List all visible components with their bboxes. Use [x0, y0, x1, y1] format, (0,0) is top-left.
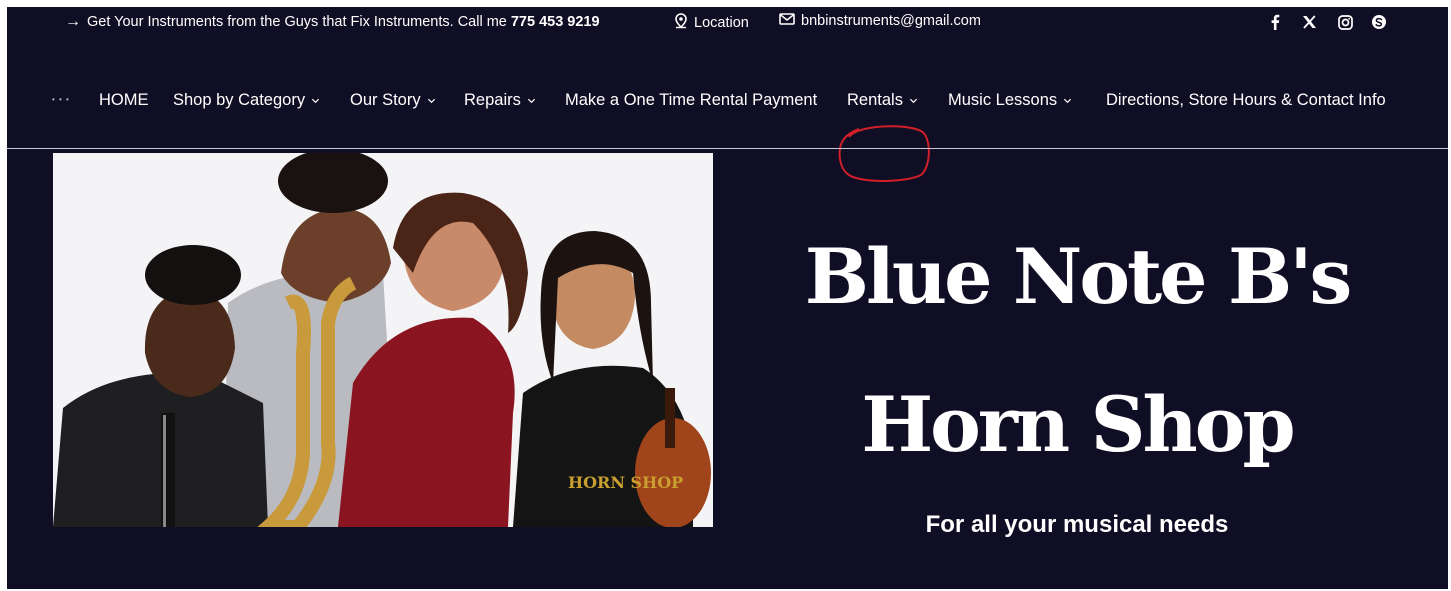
site-logo[interactable]: • • •: [52, 95, 70, 104]
nav-item-label: Shop by Category: [173, 91, 306, 109]
chevron-down-icon: [1064, 98, 1072, 104]
facebook-icon[interactable]: [1265, 12, 1285, 32]
skype-icon[interactable]: [1369, 12, 1389, 32]
instagram-icon[interactable]: [1335, 12, 1355, 32]
hero-title-line2: Horn Shop: [861, 380, 1295, 469]
nav-item-rentals[interactable]: Rentals: [847, 91, 918, 110]
nav-item-repairs[interactable]: Repairs: [464, 91, 536, 110]
email-address: bnbinstruments@gmail.com: [801, 13, 981, 29]
map-pin-icon: [674, 13, 688, 33]
arrow-right-icon: →: [65, 13, 81, 30]
rentals-highlight-circle: [838, 125, 930, 182]
email-link[interactable]: bnbinstruments@gmail.com: [779, 13, 981, 29]
nav-item-label: Repairs: [464, 91, 521, 109]
nav-item-our-story[interactable]: Our Story: [350, 91, 436, 110]
nav-item-shop-by-category[interactable]: Shop by Category: [173, 91, 320, 110]
top-info-bar: → Get Your Instruments from the Guys tha…: [7, 7, 1448, 39]
promo-text: Get Your Instruments from the Guys that …: [87, 14, 507, 30]
nav-item-label: Music Lessons: [948, 91, 1058, 109]
nav-item-home[interactable]: HOME: [99, 91, 149, 110]
chevron-down-icon: [909, 98, 918, 104]
location-link[interactable]: Location: [674, 13, 749, 33]
chevron-down-icon: [312, 98, 320, 104]
header-divider: [7, 148, 1448, 149]
nav-item-music-lessons[interactable]: Music Lessons: [948, 91, 1072, 110]
nav-item-label: Make a One Time Rental Payment: [565, 91, 818, 109]
hero-title-line1: Blue Note B's: [804, 232, 1353, 321]
chevron-down-icon: [427, 98, 435, 104]
hero-photo: HORN SHOP: [53, 153, 713, 527]
nav-item-label: HOME: [99, 91, 149, 109]
location-label: Location: [694, 15, 749, 31]
phone-link[interactable]: 775 453 9219: [511, 14, 600, 30]
hero-tagline: For all your musical needs: [925, 511, 1229, 538]
shirt-print-text: HORN SHOP: [568, 473, 683, 492]
x-icon[interactable]: [1299, 12, 1319, 32]
nav-item-label: Directions, Store Hours & Contact Info: [1106, 91, 1386, 109]
chevron-down-icon: [527, 98, 535, 104]
main-navigation: • • • HOME Shop by Category Our Story Re…: [7, 65, 1448, 182]
nav-item-rental-payment[interactable]: Make a One Time Rental Payment: [565, 91, 817, 110]
page-frame: → Get Your Instruments from the Guys tha…: [7, 7, 1448, 589]
nav-item-directions-contact[interactable]: Directions, Store Hours & Contact Info: [1106, 91, 1386, 110]
nav-item-label: Rentals: [847, 91, 903, 109]
nav-item-label: Our Story: [350, 91, 421, 109]
promo-callout: → Get Your Instruments from the Guys tha…: [65, 13, 600, 31]
mail-icon: [779, 13, 795, 29]
